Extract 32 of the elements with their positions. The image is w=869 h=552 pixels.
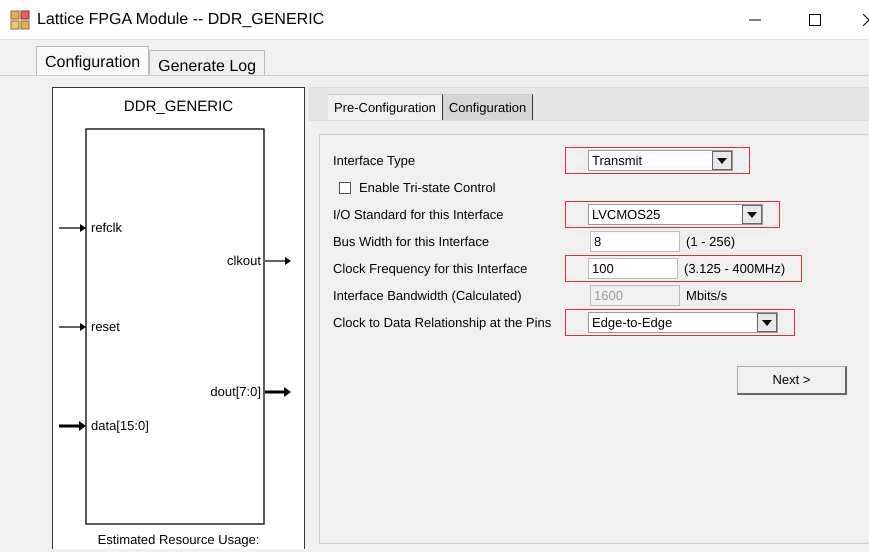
tab[interactable]: Generate Log [149,50,266,75]
app-icon [10,10,30,30]
pin-label: clkout [227,252,261,268]
field-label: Interface Type [333,152,416,170]
next-button[interactable]: Next > [737,366,847,395]
field-label: I/O Standard for this Interface [333,206,505,224]
unit-label: Mbits/s [686,286,728,305]
unit-label: (1 - 256) [686,232,736,251]
field-label: Clock Frequency for this Interface [333,260,528,278]
maximize-icon[interactable] [809,14,821,26]
unit-label: (3.125 - 400MHz) [684,260,786,278]
field-label: Clock to Data Relationship at the Pins [333,314,552,332]
checkbox-label: Enable Tri-state Control [359,178,496,197]
field-label: Interface Bandwidth (Calculated) [333,286,523,305]
resource-usage-label: Estimated Resource Usage: [96,530,260,549]
tab[interactable]: Configuration [442,94,534,120]
tab[interactable]: Configuration [36,46,150,75]
pin-label: refclk [91,220,122,234]
dropdown[interactable]: LVCMOS25 [588,204,763,225]
dropdown[interactable]: Transmit [588,150,733,171]
field-label: Bus Width for this Interface [333,232,490,251]
input-field[interactable]: 8 [590,231,680,252]
pin-label: reset [91,318,120,334]
dropdown[interactable]: Edge-to-Edge [588,312,778,333]
pin-label: data[15:0] [91,418,149,432]
pin-label: dout[7:0] [210,384,261,398]
input-field[interactable]: 100 [588,258,678,279]
window-title: Lattice FPGA Module -- DDR_GENERIC [37,10,324,30]
input-field: 1600 [590,285,680,306]
tab[interactable]: Pre-Configuration [328,94,443,120]
diagram-title: DDR_GENERIC [122,97,234,117]
checkbox[interactable] [339,182,351,194]
